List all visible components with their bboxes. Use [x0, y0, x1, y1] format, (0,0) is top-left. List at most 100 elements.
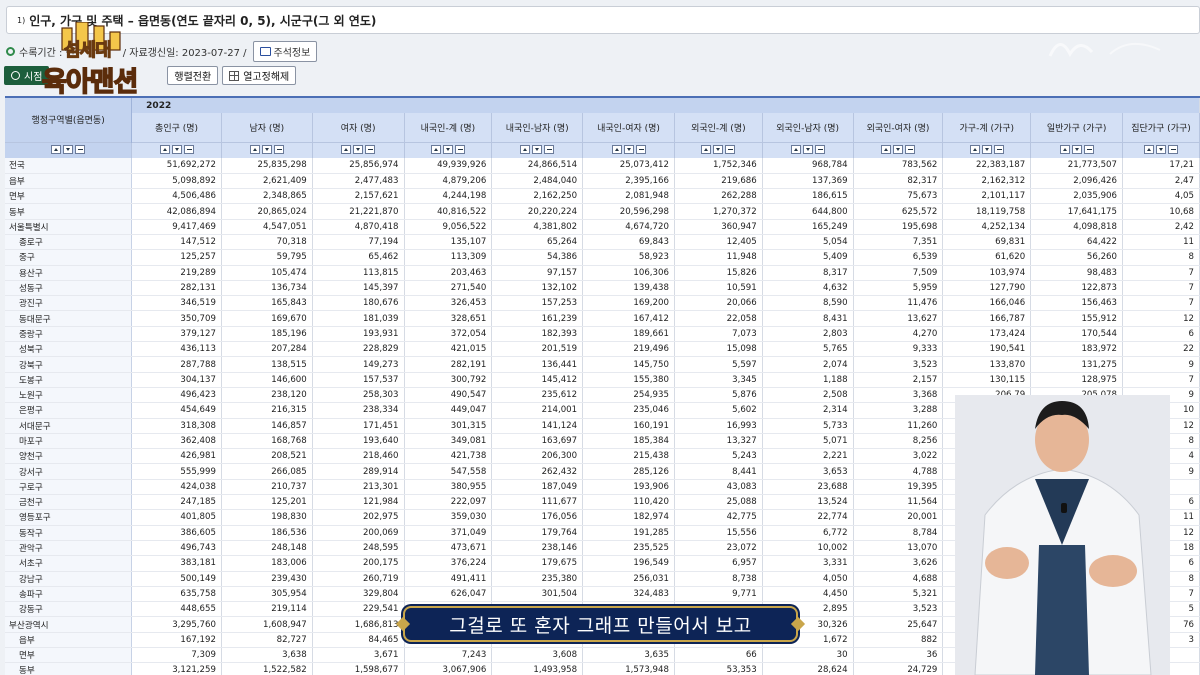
value-cell: 24,729 [853, 662, 944, 675]
value-cell: 110,420 [582, 494, 675, 511]
column-header: 남자 (명) [221, 113, 313, 142]
value-cell: 9,417,469 [131, 219, 222, 235]
value-cell: 426,981 [131, 448, 222, 465]
sort-asc-icon[interactable] [249, 145, 260, 155]
region-name-cell: 노원구 [5, 387, 133, 404]
value-cell: 7 [1122, 295, 1200, 312]
column-sort-controls [131, 141, 222, 158]
region-name-cell: 마포구 [5, 433, 133, 450]
sort-control-row [5, 141, 1200, 158]
sort-asc-icon[interactable] [1059, 145, 1070, 155]
sort-desc-icon[interactable] [981, 145, 992, 155]
value-cell: 2,101,117 [942, 188, 1032, 205]
sort-asc-icon[interactable] [701, 145, 712, 155]
value-cell: 200,175 [312, 555, 405, 572]
collapse-icon[interactable] [454, 145, 465, 155]
value-cell: 3,523 [853, 356, 944, 373]
value-cell: 127,790 [942, 280, 1032, 297]
sort-asc-icon[interactable] [520, 145, 531, 155]
column-sort-controls [491, 141, 584, 158]
value-cell: 183,972 [1030, 341, 1123, 358]
sort-desc-icon[interactable] [623, 145, 634, 155]
collapse-icon[interactable] [1168, 145, 1178, 155]
value-cell: 3,635 [582, 647, 675, 664]
value-cell: 7,243 [404, 647, 493, 664]
sort-desc-icon[interactable] [802, 145, 813, 155]
value-cell: 258,303 [312, 387, 405, 404]
sort-asc-icon[interactable] [969, 145, 980, 155]
region-name-cell: 서대문구 [5, 418, 133, 434]
value-cell: 380,955 [404, 479, 493, 496]
sort-desc-icon[interactable] [713, 145, 724, 155]
value-cell: 1,686,813 [312, 616, 405, 633]
value-cell: 179,675 [491, 555, 584, 572]
pivot-button[interactable]: 행렬전환 [167, 66, 219, 85]
sort-asc-icon[interactable] [880, 145, 891, 155]
sort-desc-icon[interactable] [261, 145, 272, 155]
column-sort-controls [674, 141, 763, 158]
sort-desc-icon[interactable] [532, 145, 543, 155]
value-cell: 301,315 [404, 418, 493, 434]
collapse-icon[interactable] [183, 145, 194, 155]
value-cell: 3,295,760 [131, 616, 222, 633]
value-cell: 25,647 [853, 616, 944, 633]
sort-asc-icon[interactable] [430, 145, 441, 155]
value-cell: 372,054 [404, 326, 493, 343]
value-cell: 5,959 [853, 280, 944, 297]
value-cell: 318,308 [131, 418, 222, 434]
value-cell: 222,097 [404, 494, 493, 511]
value-cell: 28,624 [762, 662, 854, 675]
region-name-cell: 영등포구 [5, 509, 133, 526]
value-cell: 53,353 [674, 662, 763, 675]
sort-desc-icon[interactable] [442, 145, 453, 155]
sort-desc-icon[interactable] [63, 145, 74, 155]
sort-desc-icon[interactable] [1156, 145, 1166, 155]
collapse-icon[interactable] [814, 145, 825, 155]
value-cell: 8,441 [674, 463, 763, 480]
sort-asc-icon[interactable] [159, 145, 170, 155]
region-name-cell: 강동구 [5, 601, 133, 618]
value-cell: 19,395 [853, 479, 944, 496]
sort-asc-icon[interactable] [790, 145, 801, 155]
value-cell: 64,422 [1030, 234, 1123, 251]
sort-desc-icon[interactable] [892, 145, 903, 155]
value-cell: 157,253 [491, 295, 584, 312]
value-cell: 133,870 [942, 356, 1032, 373]
collapse-icon[interactable] [544, 145, 555, 155]
value-cell: 285,126 [582, 463, 675, 480]
value-cell: 42,775 [674, 509, 763, 526]
value-cell: 59,795 [221, 249, 313, 266]
value-cell: 7 [1122, 280, 1200, 297]
sort-desc-icon[interactable] [353, 145, 364, 155]
collapse-icon[interactable] [365, 145, 376, 155]
sort-asc-icon[interactable] [51, 145, 62, 155]
collapse-icon[interactable] [273, 145, 284, 155]
unfix-columns-button[interactable]: 열고정해제 [222, 66, 297, 85]
collapse-icon[interactable] [635, 145, 646, 155]
collapse-icon[interactable] [725, 145, 736, 155]
value-cell: 147,512 [131, 234, 222, 251]
sort-asc-icon[interactable] [1144, 145, 1154, 155]
value-cell: 189,661 [582, 326, 675, 343]
collapse-icon[interactable] [904, 145, 915, 155]
sort-desc-icon[interactable] [1071, 145, 1082, 155]
note-info-button[interactable]: 주석정보 [252, 40, 318, 62]
sort-desc-icon[interactable] [171, 145, 182, 155]
sort-asc-icon[interactable] [611, 145, 622, 155]
value-cell: 635,758 [131, 586, 222, 603]
column-header: 집단가구 (가구) [1122, 113, 1200, 142]
sort-asc-icon[interactable] [341, 145, 352, 155]
value-cell: 18,119,758 [942, 203, 1032, 220]
collapse-icon[interactable] [75, 145, 86, 155]
collapse-icon[interactable] [993, 145, 1004, 155]
collapse-icon[interactable] [1083, 145, 1094, 155]
value-cell: 6,957 [674, 555, 763, 572]
value-cell: 362,408 [131, 433, 222, 450]
column-header: 일반가구 (가구) [1030, 113, 1123, 142]
value-cell: 8,738 [674, 571, 763, 587]
value-cell: 238,120 [221, 387, 313, 404]
value-cell: 167,412 [582, 310, 675, 327]
value-cell: 149,273 [312, 356, 405, 373]
value-cell: 5,409 [762, 249, 854, 266]
value-cell: 4,098,818 [1030, 219, 1123, 235]
